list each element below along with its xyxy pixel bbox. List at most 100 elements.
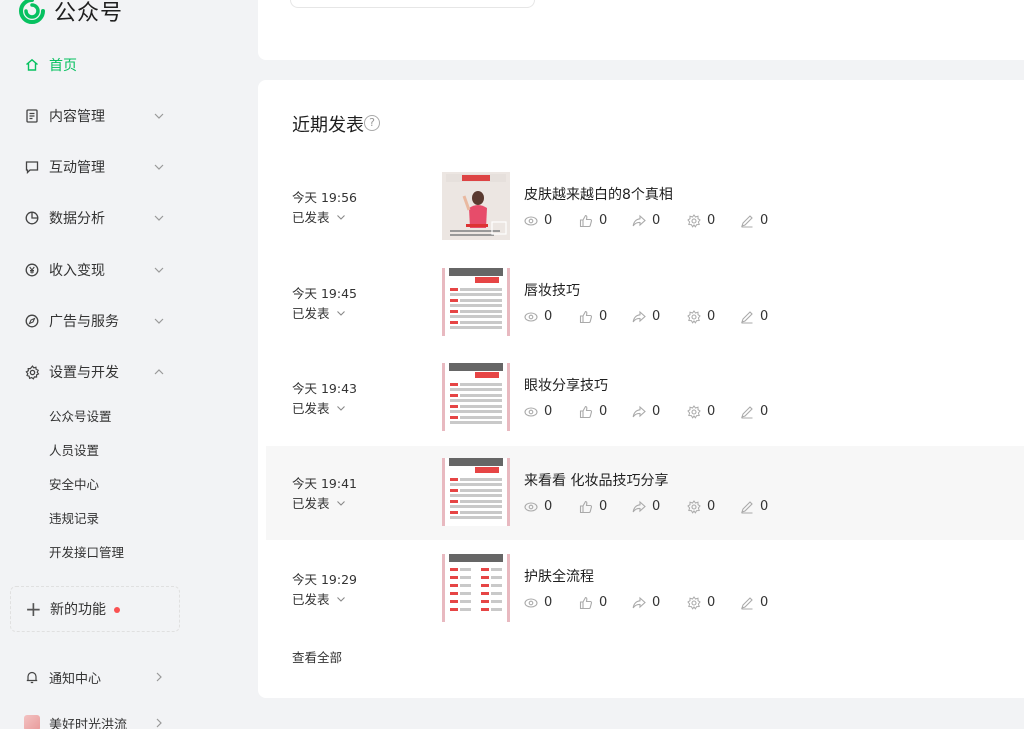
chat-icon: [24, 159, 40, 175]
post-status-dropdown[interactable]: 已发表: [292, 398, 346, 417]
chevron-down-icon: [154, 113, 164, 119]
post-row[interactable]: 今天 19:56 已发表 皮肤越来越白的8个真相 0 0 0 0 0: [266, 160, 1024, 254]
sidebar-item-settings[interactable]: 设置与开发: [0, 352, 258, 392]
comments-stat: 0: [740, 499, 780, 514]
chevron-down-icon: [336, 405, 345, 411]
sidebar-subitem-dev-api[interactable]: 开发接口管理: [49, 542, 124, 564]
post-status: 已发表: [292, 496, 330, 511]
chevron-down-icon: [154, 267, 164, 273]
pen-icon: [741, 310, 753, 324]
post-thumbnail[interactable]: [442, 554, 510, 622]
likes-stat: 0: [579, 213, 632, 228]
post-status-dropdown[interactable]: 已发表: [292, 207, 346, 226]
likes-stat: 0: [579, 499, 632, 514]
post-thumbnail[interactable]: [442, 458, 510, 526]
post-title[interactable]: 唇妆技巧: [524, 280, 580, 300]
post-status-dropdown[interactable]: 已发表: [292, 303, 346, 322]
overview-card: [258, 0, 1024, 60]
post-title[interactable]: 皮肤越来越白的8个真相: [524, 184, 673, 204]
chevron-down-icon: [336, 596, 345, 602]
sidebar-item-label: 首页: [49, 58, 77, 74]
eye-icon: [524, 501, 538, 512]
sidebar-item-content[interactable]: 内容管理: [0, 96, 258, 136]
sidebar-item-label: 互动管理: [49, 160, 105, 176]
pen-icon: [741, 500, 753, 514]
eye-icon: [524, 597, 538, 608]
shares-stat: 0: [632, 499, 687, 514]
share-icon: [632, 310, 646, 322]
home-icon: [24, 57, 40, 73]
plus-icon: +: [25, 597, 42, 621]
post-time: 今天 19:45: [292, 286, 357, 301]
thumbs-up-icon: [579, 214, 593, 227]
sidebar-item-analytics[interactable]: 数据分析: [0, 198, 258, 238]
sidebar-item-label: 通知中心: [49, 671, 102, 687]
sidebar-subitem-account-settings[interactable]: 公众号设置: [49, 406, 112, 428]
sidebar-item-label: 设置与开发: [49, 365, 119, 381]
post-stats: 0 0 0 0 0: [524, 404, 780, 419]
post-row[interactable]: 今天 19:41 已发表 来看看 化妆品技巧分享 0 0 0 0 0: [266, 446, 1024, 540]
post-status-dropdown[interactable]: 已发表: [292, 589, 346, 608]
sidebar-subitem-people-settings[interactable]: 人员设置: [49, 440, 99, 462]
post-stats: 0 0 0 0 0: [524, 499, 780, 514]
post-row[interactable]: 今天 19:43 已发表 眼妆分享技巧 0 0 0 0 0: [266, 351, 1024, 445]
post-title[interactable]: 护肤全流程: [524, 566, 594, 586]
account-name: 美好时光洪流: [49, 717, 128, 729]
bell-icon: [24, 669, 40, 685]
sidebar-subitem-security-center[interactable]: 安全中心: [49, 474, 99, 496]
flower-icon: [687, 213, 701, 228]
chevron-down-icon: [154, 318, 164, 324]
sidebar-item-label: 内容管理: [49, 109, 105, 125]
view-all-link[interactable]: 查看全部: [292, 647, 342, 666]
share-icon: [632, 596, 646, 608]
recent-posts-card: 近期发表 ? 今天 19:56 已发表 皮肤越来越白的8个真相 0 0 0 0 …: [258, 80, 1024, 698]
post-status-dropdown[interactable]: 已发表: [292, 493, 346, 512]
eye-icon: [524, 406, 538, 417]
sidebar-subitem-violations[interactable]: 违规记录: [49, 508, 99, 530]
post-status: 已发表: [292, 592, 330, 607]
app-title: 公众号: [54, 1, 124, 26]
post-thumbnail[interactable]: [442, 363, 510, 431]
post-time: 今天 19:29: [292, 572, 357, 587]
wechat-logo-icon: [18, 0, 46, 25]
yen-icon: [24, 262, 40, 278]
avatar: [24, 715, 40, 729]
sidebar-item-notifications[interactable]: 通知中心: [0, 657, 258, 697]
recommend-stat: 0: [687, 213, 740, 228]
shares-stat: 0: [632, 595, 687, 610]
post-title[interactable]: 来看看 化妆品技巧分享: [524, 470, 668, 490]
post-time: 今天 19:43: [292, 381, 357, 396]
post-stats: 0 0 0 0 0: [524, 213, 780, 228]
compass-icon: [24, 313, 40, 329]
chevron-down-icon: [154, 215, 164, 221]
sidebar-item-home[interactable]: 首页: [0, 45, 258, 85]
chevron-down-icon: [154, 164, 164, 170]
views-stat: 0: [524, 499, 579, 514]
shares-stat: 0: [632, 213, 687, 228]
share-icon: [632, 500, 646, 512]
likes-stat: 0: [579, 309, 632, 324]
overview-field: [290, 0, 535, 8]
new-feature-button[interactable]: + 新的功能: [10, 586, 180, 632]
post-row[interactable]: 今天 19:45 已发表 唇妆技巧 0 0 0 0 0: [266, 256, 1024, 350]
share-icon: [632, 405, 646, 417]
comments-stat: 0: [740, 213, 780, 228]
pie-chart-icon: [24, 210, 40, 226]
recommend-stat: 0: [687, 595, 740, 610]
help-icon[interactable]: ?: [364, 115, 380, 131]
sidebar-item-ads[interactable]: 广告与服务: [0, 301, 258, 341]
post-status: 已发表: [292, 306, 330, 321]
post-time: 今天 19:41: [292, 476, 357, 491]
post-thumbnail[interactable]: [442, 172, 510, 240]
app-logo[interactable]: 公众号: [18, 0, 123, 26]
sidebar-item-account[interactable]: 美好时光洪流: [0, 703, 258, 729]
comments-stat: 0: [740, 309, 780, 324]
sidebar: 公众号 首页 内容管理 互动管理 数据分析 收入变现 广告与服务 设置与开发 公…: [0, 0, 258, 729]
post-title[interactable]: 眼妆分享技巧: [524, 375, 608, 395]
post-row[interactable]: 今天 19:29 已发表 护肤全流程 0 0 0 0 0: [266, 542, 1024, 636]
post-stats: 0 0 0 0 0: [524, 309, 780, 324]
sidebar-item-interaction[interactable]: 互动管理: [0, 147, 258, 187]
sidebar-item-revenue[interactable]: 收入变现: [0, 250, 258, 290]
sidebar-item-label: 数据分析: [49, 211, 105, 227]
post-thumbnail[interactable]: [442, 268, 510, 336]
